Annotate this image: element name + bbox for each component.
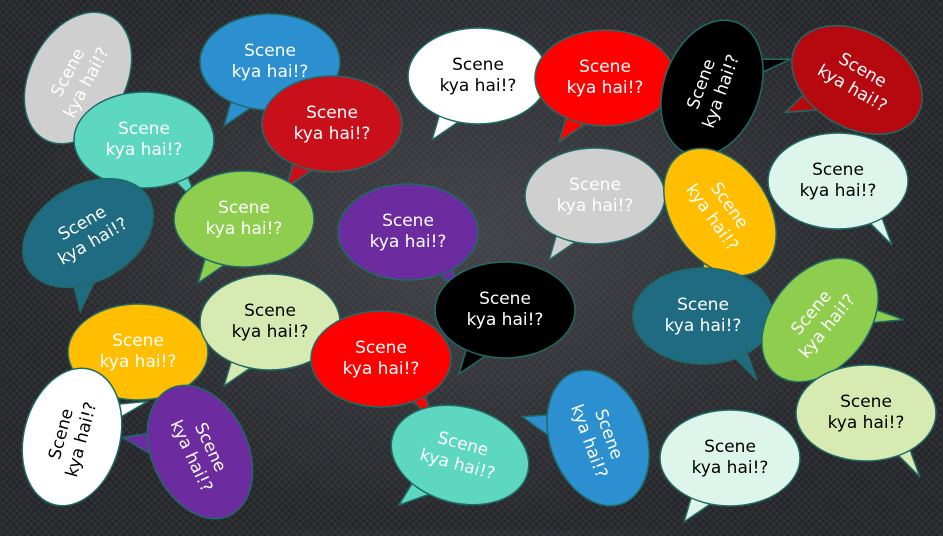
speech-bubble-slide: { "phrase": { "line1": "Scene", "line2":… bbox=[0, 0, 943, 530]
speech-bubble-fill bbox=[769, 134, 907, 228]
speech-bubble-fill bbox=[409, 29, 547, 123]
speech-bubble-white-21: Scene kya hai!? bbox=[8, 357, 149, 517]
speech-bubble-fill bbox=[436, 263, 574, 357]
speech-bubble-lime-10: Scene kya hai!? bbox=[173, 170, 315, 285]
speech-bubble-shape bbox=[795, 364, 937, 478]
speech-bubble-fill bbox=[661, 411, 799, 505]
speech-bubble-red-4: Scene kya hai!? bbox=[261, 75, 403, 190]
speech-bubble-shape bbox=[407, 27, 549, 142]
speech-bubble-shape bbox=[173, 170, 315, 285]
speech-bubble-shape bbox=[524, 147, 666, 262]
speech-bubble-fill bbox=[547, 371, 649, 505]
speech-bubble-pale-mint-25: Scene kya hai!? bbox=[659, 409, 801, 524]
speech-bubble-pale-mint-14: Scene kya hai!? bbox=[767, 132, 909, 246]
speech-bubble-fill bbox=[797, 366, 935, 460]
speech-bubble-shape bbox=[659, 409, 801, 524]
speech-bubble-fill bbox=[175, 172, 313, 266]
speech-bubble-shape bbox=[310, 310, 452, 424]
speech-bubble-mint-23: Scene kya hai!? bbox=[380, 391, 540, 520]
speech-bubble-shape bbox=[434, 261, 576, 376]
speech-bubble-fill bbox=[312, 312, 450, 406]
speech-bubble-white-5: Scene kya hai!? bbox=[407, 27, 549, 142]
speech-bubble-fill bbox=[526, 149, 664, 243]
speech-bubble-shape bbox=[519, 369, 650, 507]
speech-bubble-red-17: Scene kya hai!? bbox=[310, 310, 452, 424]
speech-bubble-fill bbox=[263, 77, 401, 171]
speech-bubble-shape bbox=[767, 132, 909, 246]
speech-bubble-black-18: Scene kya hai!? bbox=[434, 261, 576, 376]
speech-bubble-pale-lime-26: Scene kya hai!? bbox=[795, 364, 937, 478]
speech-bubble-shape bbox=[261, 75, 403, 190]
speech-bubble-gray-12: Scene kya hai!? bbox=[524, 147, 666, 262]
speech-bubble-blue-24: Scene kya hai!? bbox=[519, 356, 667, 520]
speech-bubble-shape bbox=[390, 404, 530, 507]
speech-bubble-fill bbox=[23, 369, 121, 505]
speech-bubble-shape bbox=[21, 367, 149, 507]
